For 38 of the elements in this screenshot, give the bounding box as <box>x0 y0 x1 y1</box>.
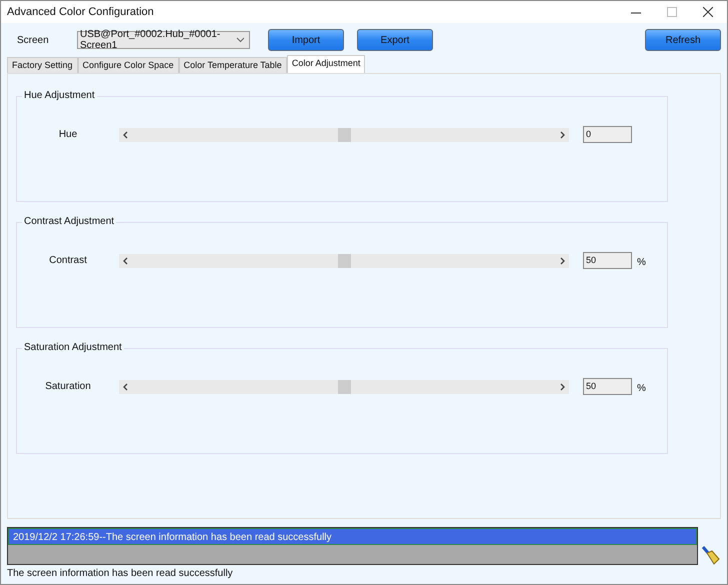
slider-track[interactable] <box>119 254 569 268</box>
screen-label: Screen <box>17 34 50 46</box>
refresh-button[interactable]: Refresh <box>645 29 721 51</box>
toolbar-button[interactable]: Export <box>357 29 433 51</box>
chevron-down-icon <box>236 37 244 43</box>
slider-label: Contrast <box>48 255 88 266</box>
slider-thumb[interactable] <box>338 380 351 394</box>
status-text: The screen information has been read successfully <box>7 567 234 579</box>
tab[interactable]: Color Temperature Table <box>178 57 287 73</box>
value-field[interactable]: 50 <box>583 252 632 269</box>
group-title: Hue Adjustment <box>22 90 97 101</box>
chevron-left-icon[interactable] <box>122 382 128 390</box>
toolbar-button[interactable]: Import <box>268 29 344 51</box>
log-entry[interactable]: 2019/12/2 17:26:59--The screen information has been read successfully <box>8 528 697 545</box>
value-field[interactable]: 0 <box>583 126 632 143</box>
group-title: Saturation Adjustment <box>22 342 124 353</box>
close-icon[interactable] <box>703 7 713 17</box>
slider-label: Hue <box>58 129 78 140</box>
slider-label: Saturation <box>44 381 92 392</box>
chevron-left-icon[interactable] <box>122 256 128 264</box>
chevron-right-icon[interactable] <box>560 130 566 138</box>
slider-thumb[interactable] <box>338 128 351 142</box>
tab[interactable]: Color Adjustment <box>286 55 366 73</box>
value-field[interactable]: 50 <box>583 378 632 395</box>
chevron-right-icon[interactable] <box>560 256 566 264</box>
chevron-left-icon[interactable] <box>122 130 128 138</box>
screen-dropdown[interactable]: USB@Port_#0002.Hub_#0001-Screen1 <box>77 31 250 49</box>
unit-label: % <box>637 257 646 268</box>
tab[interactable]: Factory Setting <box>7 57 78 73</box>
chevron-right-icon[interactable] <box>560 382 566 390</box>
slider-thumb[interactable] <box>338 254 351 268</box>
window-title: Advanced Color Configuration <box>7 6 155 18</box>
slider-track[interactable] <box>119 128 569 142</box>
broom-icon[interactable] <box>700 545 720 565</box>
group-title: Contrast Adjustment <box>22 216 116 227</box>
slider-track[interactable] <box>119 380 569 394</box>
unit-label: % <box>637 383 646 394</box>
tab[interactable]: Configure Color Space <box>78 57 179 73</box>
